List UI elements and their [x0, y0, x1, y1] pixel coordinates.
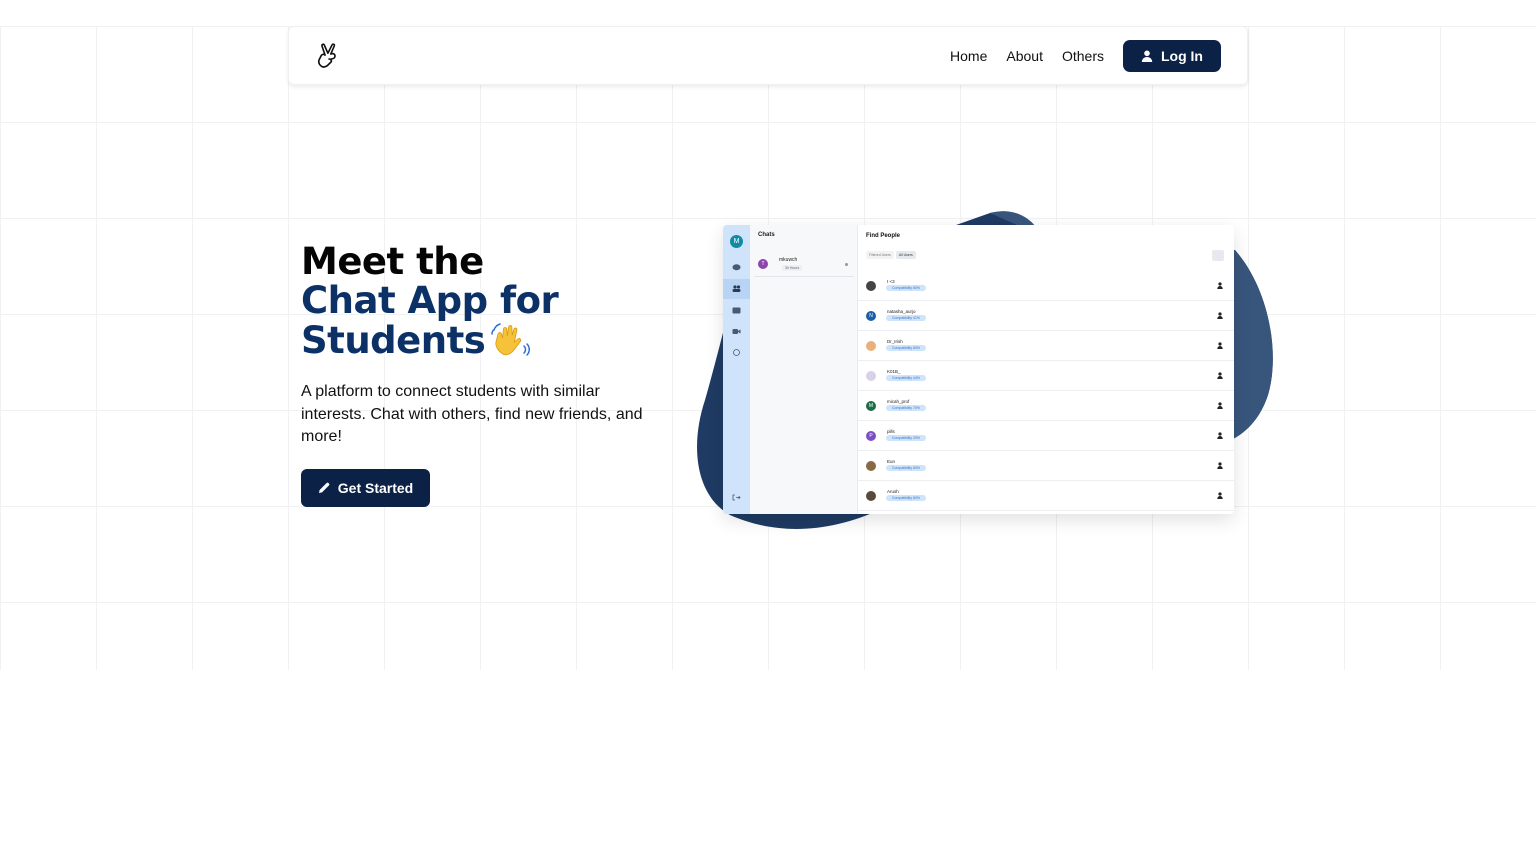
person-avatar	[866, 341, 876, 351]
headline-line3-wrap: Students	[301, 320, 661, 365]
compatibility-badge: Compatibility 60%	[886, 345, 927, 351]
person-name: pills	[887, 429, 895, 434]
person-avatar: P	[866, 431, 876, 441]
person-row[interactable]: K01B_ Compatibility 44%	[858, 361, 1234, 391]
mail-icon	[732, 307, 741, 314]
globe-icon	[733, 349, 740, 356]
headline-line3: Students	[301, 319, 486, 362]
hero-headline: Meet the Chat App for Students	[301, 242, 661, 365]
app-preview-mockup: M Chats T mkuwch 3h Hours Find People Fi…	[723, 225, 1234, 514]
filter-tab-all[interactable]: All Users	[895, 251, 916, 259]
get-started-label: Get Started	[337, 479, 414, 496]
hero-text: Meet the Chat App for Students A platfor…	[301, 242, 661, 507]
hero-subtitle: A platform to connect students with simi…	[301, 383, 643, 445]
mockup-chat-row[interactable]: T mkuwch 3h Hours	[754, 253, 854, 277]
person-name: Arush	[887, 489, 899, 494]
people-list: t <3 Compatibility 60% Nnatasha_aurjo Compa…	[858, 271, 1234, 511]
logout-icon[interactable]	[732, 494, 741, 501]
nav-home-link[interactable]: Home	[950, 48, 987, 64]
add-friend-icon[interactable]	[1217, 312, 1223, 319]
people-icon	[732, 285, 741, 292]
add-friend-icon[interactable]	[1217, 462, 1223, 469]
compatibility-badge: Compatibility 60%	[886, 285, 927, 291]
person-name: Eun	[887, 459, 896, 464]
mockup-chats-title: Chats	[758, 232, 775, 238]
navbar: Home About Others Log In	[288, 26, 1248, 85]
mockup-user-avatar: M	[730, 235, 743, 248]
person-row[interactable]: Mmicah_prof Compatibility 70%	[858, 391, 1234, 421]
compatibility-badge: Compatibility 41%	[886, 315, 927, 321]
add-friend-icon[interactable]	[1217, 342, 1223, 349]
find-people-title: Find People	[866, 233, 901, 239]
person-avatar	[866, 371, 876, 381]
find-action-icon[interactable]	[1212, 250, 1224, 261]
add-friend-icon[interactable]	[1217, 402, 1223, 409]
mockup-find-people-panel: Find People Filtered Users All Users t <…	[858, 225, 1234, 514]
chat-bubble-icon	[732, 264, 741, 271]
chat-name: mkuwch	[779, 257, 798, 263]
find-people-filters: Filtered Users All Users	[866, 251, 918, 259]
add-friend-icon[interactable]	[1217, 372, 1223, 379]
nav-about-link[interactable]: About	[1006, 48, 1043, 64]
video-icon	[732, 329, 741, 334]
person-avatar: M	[866, 401, 876, 411]
person-name: natasha_aurjo	[887, 309, 916, 314]
person-row[interactable]: Nnatasha_aurjo Compatibility 41%	[858, 301, 1234, 331]
filter-tab-filtered[interactable]: Filtered Users	[866, 251, 894, 259]
add-friend-icon[interactable]	[1217, 492, 1223, 499]
headline-line2: Chat App for	[301, 279, 559, 322]
pencil-icon	[318, 482, 330, 493]
nav-links: Home About Others Log In	[950, 39, 1221, 72]
person-avatar	[866, 491, 876, 501]
person-name: t <3	[887, 279, 895, 284]
login-button[interactable]: Log In	[1123, 39, 1221, 72]
person-avatar	[866, 281, 876, 291]
compatibility-badge: Compatibility 70%	[886, 405, 927, 411]
headline-line1: Meet the	[301, 240, 484, 283]
waving-hand-icon	[491, 320, 531, 365]
person-row[interactable]: Eun Compatibility 60%	[858, 451, 1234, 481]
user-icon	[1141, 50, 1153, 62]
peace-hand-logo-icon[interactable]	[313, 40, 345, 72]
nav-others-link[interactable]: Others	[1062, 48, 1104, 64]
mockup-sidebar-rail: M	[723, 225, 750, 514]
person-avatar: N	[866, 311, 876, 321]
person-name: K01B_	[887, 369, 901, 374]
person-avatar	[866, 461, 876, 471]
person-row[interactable]: t <3 Compatibility 60%	[858, 271, 1234, 301]
login-label: Log In	[1161, 47, 1203, 64]
compatibility-badge: Compatibility 60%	[886, 465, 927, 471]
person-name: Dr_Irish	[887, 339, 903, 344]
compatibility-badge: Compatibility 29%	[886, 435, 927, 441]
mockup-chats-panel: Chats T mkuwch 3h Hours	[750, 225, 858, 514]
person-row[interactable]: Dr_Irish Compatibility 60%	[858, 331, 1234, 361]
add-friend-icon[interactable]	[1217, 282, 1223, 289]
compatibility-badge: Compatibility 44%	[886, 375, 927, 381]
add-friend-icon[interactable]	[1217, 432, 1223, 439]
person-row[interactable]: Arush Compatibility 60%	[858, 481, 1234, 511]
person-row[interactable]: Ppills Compatibility 29%	[858, 421, 1234, 451]
get-started-button[interactable]: Get Started	[301, 468, 430, 507]
chat-menu-icon[interactable]	[845, 263, 848, 266]
person-name: micah_prof	[887, 399, 910, 404]
chat-time: 3h Hours	[782, 265, 803, 271]
chat-avatar: T	[758, 259, 768, 269]
compatibility-badge: Compatibility 60%	[886, 495, 927, 501]
